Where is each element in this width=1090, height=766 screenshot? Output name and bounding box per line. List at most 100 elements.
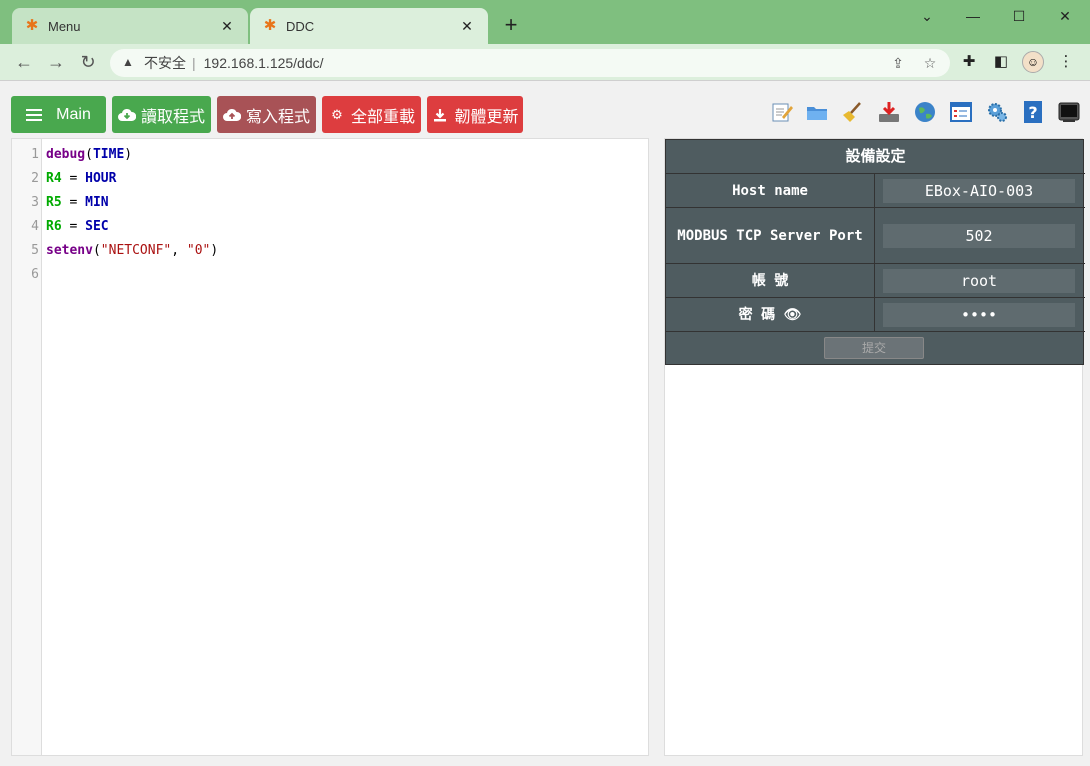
line-number: 2	[31, 171, 39, 186]
tab-title: DDC	[286, 18, 315, 34]
password-row: 密 碼 👁	[666, 298, 1085, 332]
code-token: TIME	[92, 147, 125, 162]
tab-menu[interactable]: ✱ Menu ✕	[12, 8, 248, 44]
code-token: (	[92, 243, 101, 258]
firmware-update-label: 韌體更新	[454, 108, 519, 126]
share-icon[interactable]: ⇪	[888, 53, 908, 73]
main-button-label: Main	[56, 105, 91, 123]
code-line[interactable]: R4 = HOUR	[46, 171, 116, 186]
host-name-input[interactable]	[883, 179, 1075, 203]
reload-all-button[interactable]: ⚙ 全部重載	[322, 96, 421, 133]
tab-ddc[interactable]: ✱ DDC ✕	[250, 8, 488, 44]
code-token: SEC	[85, 219, 109, 234]
code-line[interactable]: debug(TIME)	[46, 147, 132, 162]
code-token: ,	[171, 243, 187, 258]
tab-close-icon[interactable]: ✕	[458, 17, 476, 35]
code-editor[interactable]: 123456 debug(TIME) R4 = HOUR R5 = MIN R6 = …	[11, 138, 649, 756]
new-tab-button[interactable]: +	[500, 14, 522, 36]
svg-text:?: ?	[1028, 103, 1037, 122]
line-number: 6	[31, 267, 39, 282]
code-token: =	[61, 171, 86, 186]
password-input[interactable]	[883, 303, 1075, 327]
address-bar[interactable]: ▲ 不安全 | 192.168.1.125/ddc/ ⇪ ☆	[110, 49, 950, 77]
forward-icon[interactable]: →	[44, 50, 68, 74]
code-token: debug	[46, 147, 86, 162]
page: Main 讀取程式 寫入程式 ⚙ 全部重載 韌體更新 ? 1 2 3 4 5 6…	[0, 80, 1090, 766]
globe-icon[interactable]	[913, 100, 937, 124]
line-number: 5	[31, 243, 39, 258]
code-token: (	[85, 147, 93, 162]
write-program-label: 寫入程式	[245, 108, 310, 126]
app-favicon-icon: ✱	[263, 17, 277, 34]
code-token: R5	[46, 195, 62, 210]
close-window-button[interactable]: ✕	[1042, 4, 1088, 28]
security-label: 不安全	[144, 55, 186, 71]
code-token: setenv	[46, 243, 93, 258]
edit-icon[interactable]	[770, 100, 794, 124]
code-line[interactable]: setenv("NETCONF", "0")	[46, 243, 218, 258]
maximize-button[interactable]: ☐	[996, 4, 1042, 28]
reload-all-label: 全部重載	[350, 108, 415, 126]
code-line[interactable]: R5 = MIN	[46, 195, 109, 210]
code-token: MIN	[85, 195, 109, 210]
code-token: =	[61, 195, 86, 210]
gears-icon: ⚙	[331, 106, 343, 122]
code-token: )	[210, 243, 219, 258]
help-icon[interactable]: ?	[1021, 100, 1045, 124]
browser-tab-bar: ✱ Menu ✕ ✱ DDC ✕ + ⌄ — ☐ ✕	[0, 0, 1090, 44]
read-program-button[interactable]: 讀取程式	[112, 96, 211, 133]
save-download-icon[interactable]	[877, 100, 901, 124]
download-icon	[431, 107, 449, 123]
modbus-port-input[interactable]	[883, 224, 1075, 248]
code-token: "0"	[186, 243, 211, 258]
account-input[interactable]	[883, 269, 1075, 293]
line-number-gutter: 1 2 3 4 5 6	[12, 139, 42, 755]
browser-toolbar: ← → ↻ ▲ 不安全 | 192.168.1.125/ddc/ ⇪ ☆ ✚ ◧…	[0, 44, 1090, 80]
tab-close-icon[interactable]: ✕	[218, 17, 236, 35]
line-number: 3	[31, 195, 39, 210]
app-favicon-icon: ✱	[25, 17, 39, 34]
window-list-icon[interactable]	[949, 100, 973, 124]
reload-icon[interactable]: ↻	[76, 50, 100, 74]
password-label[interactable]: 密 碼 👁	[666, 298, 875, 331]
firmware-update-button[interactable]: 韌體更新	[427, 96, 523, 133]
address-separator: |	[192, 55, 196, 71]
write-program-button[interactable]: 寫入程式	[217, 96, 316, 133]
main-button[interactable]: Main	[11, 96, 106, 133]
sidebar-icon[interactable]: ◧	[989, 50, 1013, 74]
line-number: 4	[31, 219, 39, 234]
back-icon[interactable]: ←	[12, 50, 36, 74]
modbus-port-row: MODBUS TCP Server Port	[666, 208, 1085, 264]
folder-icon[interactable]	[805, 100, 829, 124]
star-icon[interactable]: ☆	[920, 53, 940, 73]
tab-title: Menu	[48, 18, 81, 34]
code-line[interactable]: R6 = SEC	[46, 219, 109, 234]
settings-panel: 設備設定 Host name MODBUS TCP Server Port 帳 …	[664, 138, 1085, 756]
warning-icon: ▲	[122, 55, 134, 69]
menu-icon[interactable]: ⋮	[1054, 50, 1078, 74]
cloud-download-icon	[117, 107, 136, 123]
tab-search-icon[interactable]: ⌄	[904, 4, 950, 28]
settings-title: 設備設定	[666, 140, 1085, 174]
cloud-upload-icon	[222, 107, 241, 123]
line-number: 1	[31, 147, 39, 162]
code-token: HOUR	[85, 171, 117, 186]
terminal-icon[interactable]	[1057, 100, 1081, 124]
code-token: R4	[46, 171, 62, 186]
settings-gears-icon[interactable]	[985, 100, 1009, 124]
extensions-icon[interactable]: ✚	[957, 50, 981, 74]
modbus-port-label: MODBUS TCP Server Port	[666, 208, 875, 263]
device-settings-form: 設備設定 Host name MODBUS TCP Server Port 帳 …	[665, 139, 1085, 365]
menu-lines-icon	[26, 108, 43, 121]
host-name-row: Host name	[666, 174, 1085, 208]
code-token: )	[124, 147, 133, 162]
account-row: 帳 號	[666, 264, 1085, 298]
submit-button[interactable]: 提交	[824, 337, 924, 359]
code-token: =	[61, 219, 86, 234]
code-token: "NETCONF"	[100, 243, 172, 258]
account-label: 帳 號	[666, 264, 875, 297]
profile-avatar[interactable]: ☺	[1022, 51, 1044, 73]
host-name-label: Host name	[666, 174, 875, 207]
broom-icon[interactable]	[841, 100, 865, 124]
minimize-button[interactable]: —	[950, 4, 996, 28]
